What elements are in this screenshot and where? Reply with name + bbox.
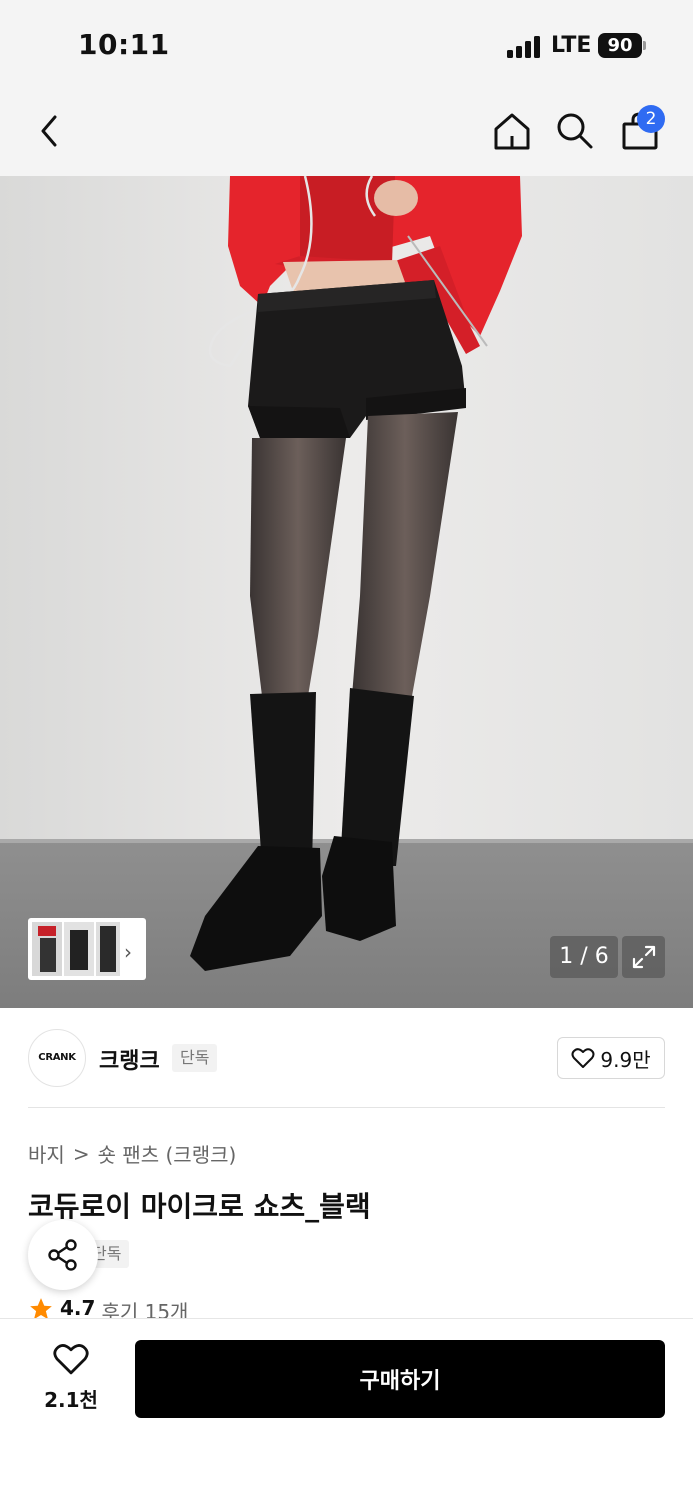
expand-button[interactable] — [622, 936, 665, 978]
chevron-right-icon: › — [124, 940, 132, 964]
buy-button[interactable]: 구매하기 — [135, 1340, 665, 1418]
search-icon — [557, 113, 593, 149]
breadcrumb-separator: > — [72, 1141, 90, 1166]
expand-icon — [632, 945, 655, 969]
brand-like-button[interactable]: 9.9만 — [557, 1037, 665, 1079]
rating-score: 4.7 — [60, 1296, 96, 1318]
product-title: 코듀로이 마이크로 쇼츠_블랙 — [28, 1190, 371, 1223]
divider — [28, 1107, 665, 1108]
image-page-counter: 1 / 6 — [550, 936, 618, 978]
breadcrumb: 바지 > 숏 팬츠 (크랭크) — [28, 1139, 236, 1168]
heart-icon — [571, 1048, 595, 1068]
brand-logo[interactable]: CRANK — [28, 1029, 86, 1087]
brand-like-count: 9.9만 — [600, 1047, 651, 1072]
wishlist-button[interactable]: 2.1천 — [28, 1342, 114, 1416]
share-icon — [48, 1239, 77, 1271]
cart-count-badge: 2 — [637, 105, 665, 133]
status-bar: 10:11 LTE 90 — [0, 0, 693, 88]
nav-bar — [0, 88, 693, 176]
status-time: 10:11 — [78, 28, 170, 61]
breadcrumb-subcategory[interactable]: 숏 팬츠 (크랭크) — [98, 1139, 237, 1168]
brand-name[interactable]: 크랭크 — [99, 1043, 160, 1075]
brand-exclusive-tag: 단독 — [172, 1044, 218, 1072]
home-icon — [494, 113, 530, 150]
signal-icon — [507, 36, 543, 58]
battery-icon: 90 — [598, 33, 642, 58]
breadcrumb-category[interactable]: 바지 — [28, 1139, 65, 1168]
wishlist-count: 2.1천 — [44, 1388, 98, 1412]
battery-tip — [643, 41, 646, 50]
home-button[interactable] — [487, 106, 537, 156]
product-photo — [0, 176, 693, 1008]
search-button[interactable] — [550, 106, 600, 156]
network-label: LTE — [551, 33, 592, 58]
share-button[interactable] — [28, 1220, 98, 1290]
heart-icon — [53, 1344, 89, 1375]
review-count[interactable]: 후기 15개 — [101, 1296, 188, 1318]
back-button[interactable] — [25, 106, 75, 156]
chevron-left-icon — [41, 115, 57, 147]
product-image[interactable] — [0, 176, 693, 1008]
rating-row[interactable]: 4.7 후기 15개 — [28, 1296, 188, 1318]
star-icon — [30, 1298, 52, 1318]
